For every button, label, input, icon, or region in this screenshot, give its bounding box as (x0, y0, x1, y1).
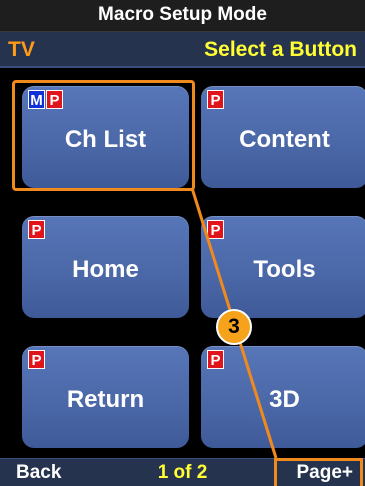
program-badge: P (46, 90, 63, 109)
device-label: TV (8, 38, 35, 61)
remote-screen: Macro Setup Mode TV Select a Button M P … (0, 0, 365, 486)
button-label: 3D (269, 386, 300, 413)
content-button[interactable]: P Content (201, 86, 365, 188)
button-grid: M P Ch List P Content P Home P Tools P R… (0, 68, 365, 458)
button-label: Tools (253, 256, 316, 283)
ch-list-button[interactable]: M P Ch List (22, 86, 189, 188)
button-label: Content (239, 126, 330, 153)
screen-title: Macro Setup Mode (98, 4, 267, 25)
macro-badge: M (28, 90, 45, 109)
home-button[interactable]: P Home (22, 216, 189, 318)
program-badge: P (207, 350, 224, 369)
program-badge: P (28, 220, 45, 239)
footer-bar: Back 1 of 2 Page+ (0, 458, 365, 486)
program-badge: P (207, 220, 224, 239)
program-badge: P (207, 90, 224, 109)
button-label: Ch List (64, 126, 147, 153)
button-label: Home (72, 256, 139, 283)
step-number-badge: 3 (216, 309, 252, 345)
button-label: Return (66, 386, 145, 413)
status-bar: TV Select a Button (0, 32, 365, 68)
return-button[interactable]: P Return (22, 346, 189, 448)
instruction-label: Select a Button (204, 38, 357, 61)
title-bar: Macro Setup Mode (0, 0, 365, 32)
program-badge: P (28, 350, 45, 369)
tools-button[interactable]: P Tools (201, 216, 365, 318)
next-page-button[interactable]: Page+ (296, 462, 353, 484)
3d-button[interactable]: P 3D (201, 346, 365, 448)
